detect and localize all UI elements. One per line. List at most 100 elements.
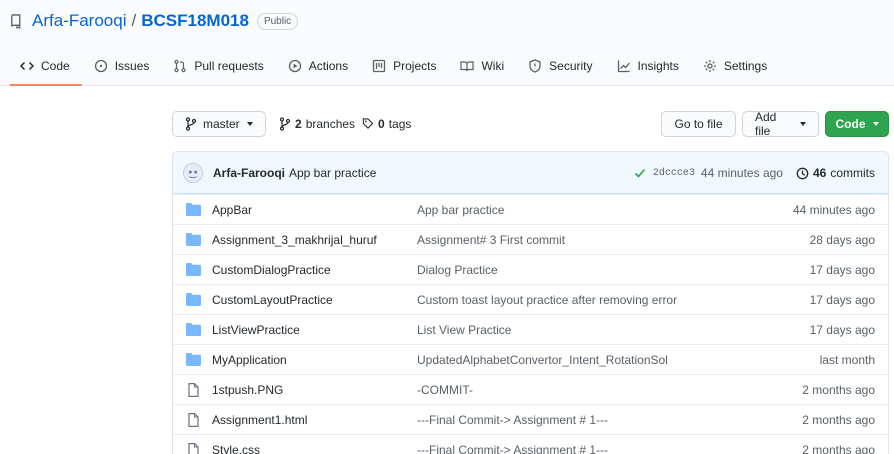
chevron-down-icon [800, 122, 806, 126]
branches-count: 2 [295, 117, 302, 131]
tab-label: Projects [393, 59, 437, 73]
file-name-link[interactable]: Assignment1.html [212, 405, 307, 435]
file-row[interactable]: AppBar App bar practice 44 minutes ago [173, 194, 888, 224]
file-name-link[interactable]: MyApplication [212, 345, 287, 375]
tab-label: Actions [308, 59, 349, 73]
chevron-down-icon [246, 122, 253, 126]
file-commit-message-link[interactable]: Custom toast layout practice after remov… [417, 285, 677, 315]
repo-separator: / [131, 11, 137, 30]
file-row[interactable]: Assignment_3_makhrijal_huruf Assignment#… [173, 224, 888, 254]
tab-projects[interactable]: Projects [360, 47, 448, 85]
gear-icon [703, 59, 717, 73]
file-commit-message-link[interactable]: -COMMIT- [417, 375, 473, 405]
tab-label: Security [549, 59, 593, 73]
file-row[interactable]: Assignment1.html ---Final Commit-> Assig… [173, 404, 888, 434]
file-name-link[interactable]: ListViewPractice [212, 315, 300, 345]
tags-label: tags [388, 117, 412, 131]
repo-header: Arfa-Farooqi / BCSF18M018 Public Code Is… [0, 0, 894, 86]
file-icon [186, 383, 201, 397]
commit-message-link[interactable]: App bar practice [289, 166, 376, 180]
file-age: 17 days ago [809, 293, 875, 307]
tab-code[interactable]: Code [10, 47, 82, 86]
repo-name-link[interactable]: BCSF18M018 [141, 11, 249, 31]
branch-icon [279, 117, 291, 131]
tab-settings[interactable]: Settings [691, 47, 779, 85]
file-list: Arfa-Farooqi App bar practice 2dccce3 44… [172, 151, 889, 454]
file-name-link[interactable]: AppBar [212, 195, 252, 225]
file-commit-message-link[interactable]: Assignment# 3 First commit [417, 225, 565, 255]
repo-tabs: Code Issues Pull requests Actions Projec… [10, 47, 779, 86]
file-row[interactable]: MyApplication UpdatedAlphabetConvertor_I… [173, 344, 888, 374]
file-name-link[interactable]: Assignment_3_makhrijal_huruf [212, 225, 377, 255]
commits-label: commits [830, 166, 875, 180]
avatar[interactable] [183, 162, 203, 183]
tab-pull-requests[interactable]: Pull requests [161, 47, 275, 85]
tab-insights[interactable]: Insights [605, 47, 691, 85]
file-name-link[interactable]: Style.css [212, 435, 260, 454]
file-name-link[interactable]: CustomDialogPractice [212, 255, 331, 285]
file-age: 2 months ago [802, 383, 875, 397]
tab-wiki[interactable]: Wiki [448, 47, 516, 85]
go-to-file-button[interactable]: Go to file [661, 111, 736, 137]
file-commit-message-link[interactable]: List View Practice [417, 315, 511, 345]
branches-link[interactable]: 2 branches [279, 111, 355, 137]
code-label: Code [835, 117, 866, 131]
repo-title: Arfa-Farooqi / BCSF18M018 Public [10, 10, 299, 32]
branches-label: branches [305, 117, 356, 131]
file-age: 28 days ago [809, 233, 875, 247]
graph-icon [617, 59, 631, 73]
file-row[interactable]: CustomDialogPractice Dialog Practice 17 … [173, 254, 888, 284]
folder-icon [186, 353, 201, 366]
tab-label: Insights [637, 59, 679, 73]
tag-icon [362, 117, 374, 131]
file-row[interactable]: 1stpush.PNG -COMMIT- 2 months ago [173, 374, 888, 404]
visibility-badge: Public [256, 12, 299, 30]
file-age: last month [819, 353, 875, 367]
book-icon [460, 59, 475, 73]
commit-sha-link[interactable]: 2dccce3 [653, 168, 695, 179]
file-name-link[interactable]: CustomLayoutPractice [212, 285, 333, 315]
folder-icon [186, 203, 201, 216]
file-age: 2 months ago [802, 443, 875, 454]
file-age: 44 minutes ago [792, 203, 875, 217]
file-commit-message-link[interactable]: UpdatedAlphabetConvertor_Intent_Rotation… [417, 345, 668, 375]
shield-icon [528, 59, 542, 73]
file-row[interactable]: ListViewPractice List View Practice 17 d… [173, 314, 888, 344]
pull-request-icon [173, 59, 187, 73]
add-file-label: Add file [755, 110, 777, 138]
code-button[interactable]: Code [825, 111, 889, 137]
file-name-link[interactable]: 1stpush.PNG [212, 375, 283, 405]
commits-count: 46 [812, 166, 827, 180]
file-row[interactable]: CustomLayoutPractice Custom toast layout… [173, 284, 888, 314]
file-commit-message-link[interactable]: ---Final Commit-> Assignment # 1--- [417, 435, 608, 454]
file-commit-message-link[interactable]: Dialog Practice [417, 255, 498, 285]
check-icon[interactable] [634, 167, 646, 179]
branch-icon [185, 117, 197, 131]
repo-icon [10, 13, 24, 29]
history-icon [796, 167, 809, 180]
tab-label: Settings [723, 59, 768, 73]
commit-author-link[interactable]: Arfa-Farooqi [213, 166, 285, 180]
commits-history-link[interactable]: 46 commits [796, 166, 875, 180]
tab-label: Code [41, 59, 70, 73]
tab-issues[interactable]: Issues [82, 47, 162, 85]
tab-security[interactable]: Security [516, 47, 604, 85]
file-navigation: master 2 branches 0 tags Go to file Add … [172, 110, 889, 138]
file-icon [186, 443, 201, 454]
file-row[interactable]: Style.css ---Final Commit-> Assignment #… [173, 434, 888, 454]
tab-actions[interactable]: Actions [276, 47, 360, 85]
branch-name: master [203, 117, 240, 131]
chevron-down-icon [872, 122, 879, 126]
project-icon [372, 59, 386, 73]
file-commit-message-link[interactable]: App bar practice [417, 195, 504, 225]
branch-select-button[interactable]: master [172, 111, 266, 137]
file-commit-message-link[interactable]: ---Final Commit-> Assignment # 1--- [417, 405, 608, 435]
folder-icon [186, 323, 201, 336]
tags-link[interactable]: 0 tags [362, 111, 411, 137]
commit-details: 2dccce3 44 minutes ago 46 commits [634, 152, 875, 194]
file-age: 17 days ago [809, 323, 875, 337]
repo-owner-link[interactable]: Arfa-Farooqi [32, 11, 126, 31]
tab-label: Issues [114, 59, 150, 73]
file-icon [186, 413, 201, 427]
add-file-button[interactable]: Add file [742, 110, 819, 138]
